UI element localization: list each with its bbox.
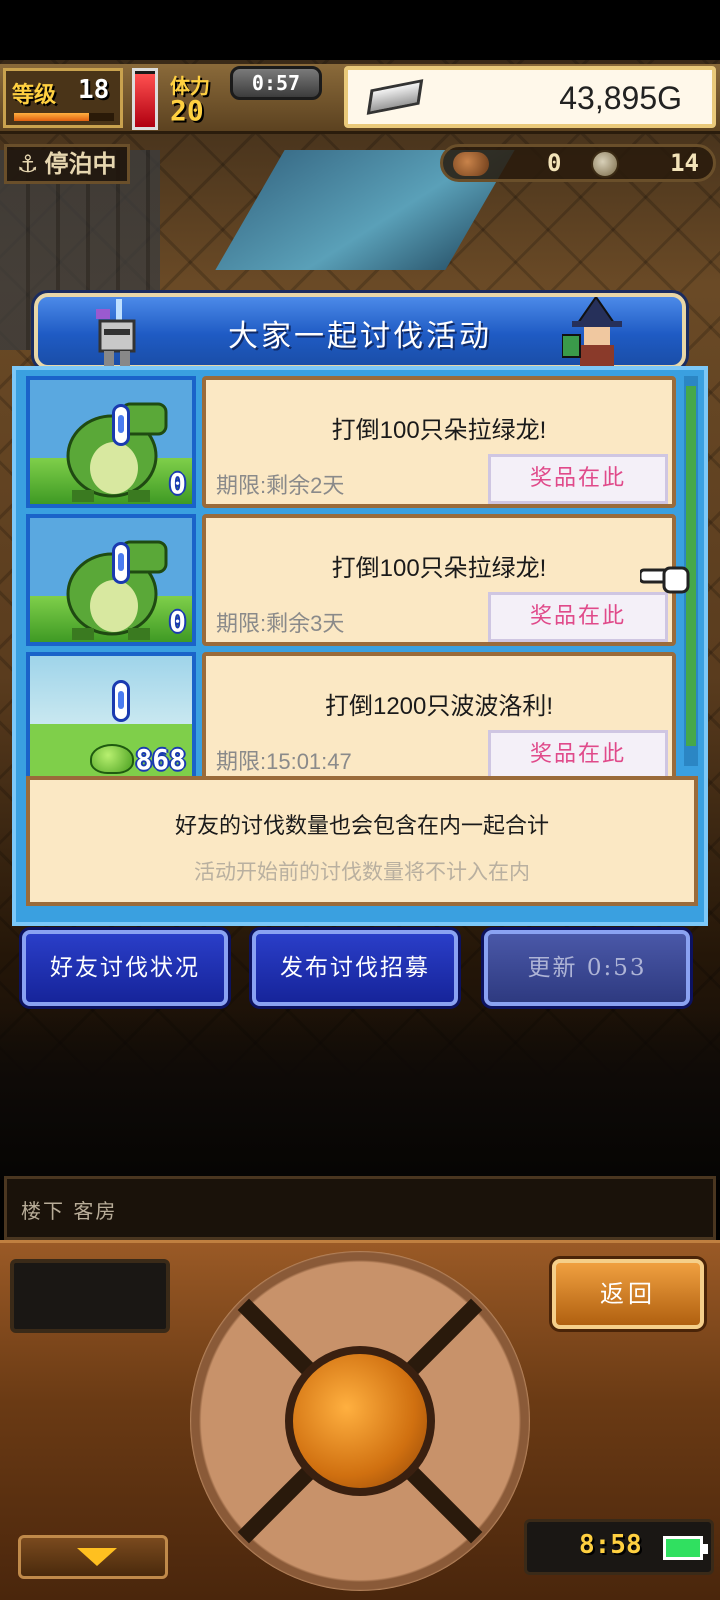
quest-thumbnail: 0 [26,376,196,508]
stamina-gauge [132,68,158,130]
gold-value: 43,895G [559,80,682,116]
pointing-hand-icon [640,566,690,594]
quest-name: 打倒1200只波波洛利! [324,693,554,720]
alert-icon [112,404,130,446]
kill-count: 0 [169,467,186,500]
alert-icon [112,542,130,584]
back-button[interactable]: 返回 [552,1259,704,1329]
alert-icon [112,680,130,722]
anchor-status-badge: ⚓ 停泊中 [4,144,130,184]
green-slime-icon [90,744,134,774]
wizard-icon [562,297,622,367]
quest-card: 打倒1200只波波洛利! 期限:15:01:47 奖品在此 [202,652,676,784]
gold-display: 43,895G [344,66,716,128]
down-arrow-icon [77,1548,117,1566]
quest-name: 打倒100只朵拉绿龙! [331,417,547,444]
quest-row[interactable]: 0 打倒100只朵拉绿龙! 期限:剩余2天 奖品在此 [26,376,676,508]
stamina-fill [135,73,155,127]
resource-count-2: 14 [670,149,699,177]
battery-fill [666,1539,700,1557]
level-box: 等级 18 [3,68,123,128]
quest-row[interactable]: 0 打倒100只朵拉绿龙! 期限:剩余3天 奖品在此 [26,514,676,646]
resource-bar: 0 14 [440,144,716,182]
prize-button[interactable]: 奖品在此 [488,454,668,504]
info-box: 好友的讨伐数量也会包含在内一起合计 活动开始前的讨伐数量将不计入在内 [26,776,698,906]
dpad[interactable] [190,1251,530,1591]
location-bar: 楼下 客房 [4,1176,716,1240]
dialog-title-bar: 大家一起讨伐活动 [34,293,686,369]
anchor-status-text: 停泊中 [44,150,117,178]
quest-name: 打倒100只朵拉绿龙! [331,555,547,582]
quest-card: 打倒100只朵拉绿龙! 期限:剩余2天 奖品在此 [202,376,676,508]
kill-count: 0 [169,605,186,638]
location-text: 楼下 客房 [21,1199,118,1223]
mini-screen [10,1259,170,1333]
prize-button[interactable]: 奖品在此 [488,730,668,780]
sub-status-bar: ⚓ 停泊中 0 14 [0,140,720,190]
quest-thumbnail: 868 [26,652,196,784]
silver-bar-icon [366,79,424,115]
stamina-value: 20 [170,94,204,127]
quest-deadline: 期限:剩余3天 [216,611,345,636]
prize-button[interactable]: 奖品在此 [488,592,668,642]
event-dialog: 0 打倒100只朵拉绿龙! 期限:剩余2天 奖品在此 0 打倒100只朵拉绿龙!… [12,366,708,926]
status-bar: 等级 18 体力 20 0:57 43,895G [0,64,720,134]
post-recruit-button[interactable]: 发布讨伐招募 [252,930,458,1006]
menu-down-button[interactable] [18,1535,168,1579]
refresh-button[interactable]: 更新 0:53 [484,930,690,1006]
battery-icon [663,1536,708,1560]
cannonball-icon [453,152,489,176]
level-value: 18 [78,75,110,105]
kill-count: 868 [135,743,186,776]
level-progress-bar [14,113,114,121]
stamina-timer: 0:57 [230,66,322,100]
scene-floor [0,1010,720,1180]
info-main-text: 好友的讨伐数量也会包含在内一起合计 [174,814,549,839]
friend-status-button[interactable]: 好友讨伐状况 [22,930,228,1006]
level-progress-fill [14,113,89,121]
anchor-icon: ⚓ [17,150,39,178]
quest-deadline: 期限:剩余2天 [216,473,345,498]
info-sub-text: 活动开始前的讨伐数量将不计入在内 [194,860,530,884]
clock-time: 8:58 [579,1530,642,1560]
quest-deadline: 期限:15:01:47 [216,749,352,774]
quest-row[interactable]: 868 打倒1200只波波洛利! 期限:15:01:47 奖品在此 [26,652,676,784]
medal-icon [591,150,619,178]
dpad-center-button[interactable] [285,1346,435,1496]
resource-count-1: 0 [547,149,562,177]
clock-box: 8:58 [524,1519,714,1575]
quest-card: 打倒100只朵拉绿龙! 期限:剩余3天 奖品在此 [202,514,676,646]
controller-panel: 返回 8:58 [0,1240,720,1600]
quest-thumbnail: 0 [26,514,196,646]
level-label: 等级 [12,83,57,108]
